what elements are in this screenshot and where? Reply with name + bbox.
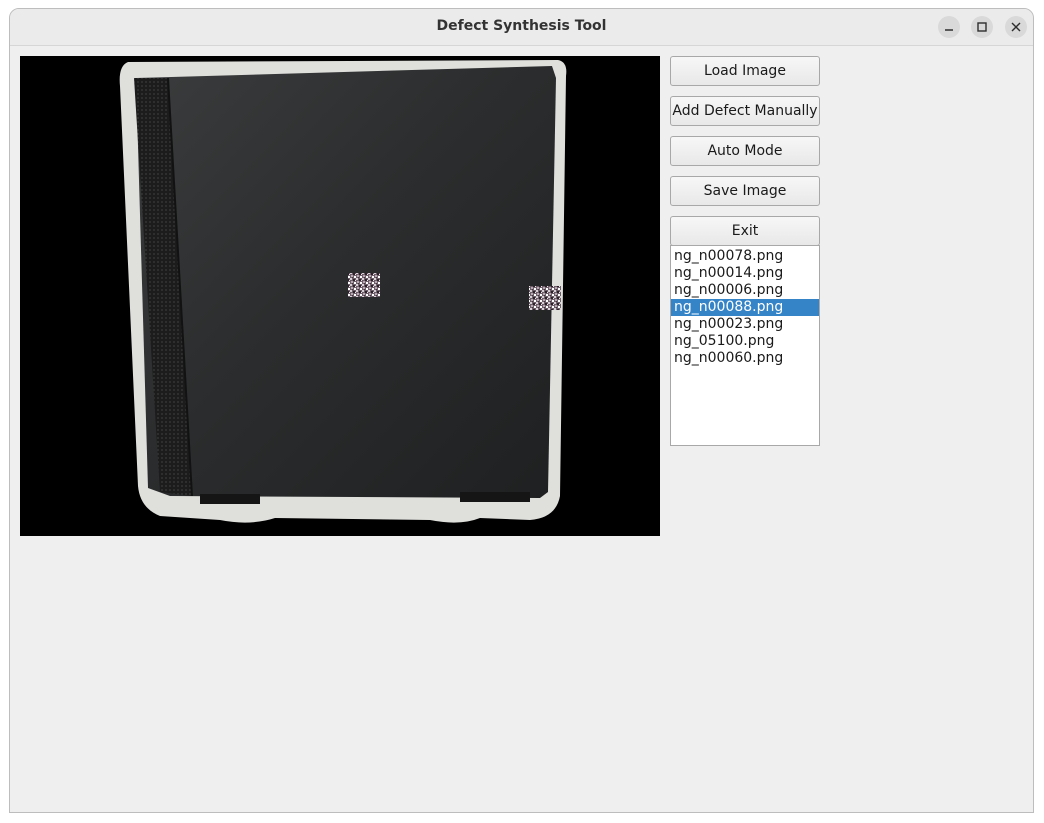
auto-mode-button[interactable]: Auto Mode — [670, 136, 820, 166]
list-item[interactable]: ng_n00014.png — [671, 265, 819, 282]
defect-patch — [529, 286, 561, 310]
title-bar[interactable]: Defect Synthesis Tool — [10, 9, 1033, 46]
load-image-button[interactable]: Load Image — [670, 56, 820, 86]
image-canvas[interactable] — [20, 56, 660, 536]
list-item-selected[interactable]: ng_n00088.png — [671, 299, 819, 316]
close-icon — [1011, 22, 1021, 32]
minimize-icon — [945, 29, 953, 31]
window-title: Defect Synthesis Tool — [436, 18, 607, 34]
maximize-icon — [977, 22, 987, 32]
list-item[interactable]: ng_n00023.png — [671, 316, 819, 333]
close-button[interactable] — [1005, 16, 1027, 38]
maximize-button[interactable] — [971, 16, 993, 38]
list-item[interactable]: ng_n00078.png — [671, 248, 819, 265]
list-item[interactable]: ng_n00006.png — [671, 282, 819, 299]
list-item[interactable]: ng_n00060.png — [671, 350, 819, 367]
list-item[interactable]: ng_05100.png — [671, 333, 819, 350]
exit-button[interactable]: Exit — [670, 216, 820, 246]
save-image-button[interactable]: Save Image — [670, 176, 820, 206]
file-list[interactable]: ng_n00078.png ng_n00014.png ng_n00006.pn… — [670, 245, 820, 446]
product-image — [119, 60, 567, 523]
defect-patch — [348, 273, 380, 297]
minimize-button[interactable] — [938, 16, 960, 38]
app-window: Defect Synthesis Tool Load Image Add Def… — [9, 8, 1034, 813]
add-defect-manually-button[interactable]: Add Defect Manually — [670, 96, 820, 126]
